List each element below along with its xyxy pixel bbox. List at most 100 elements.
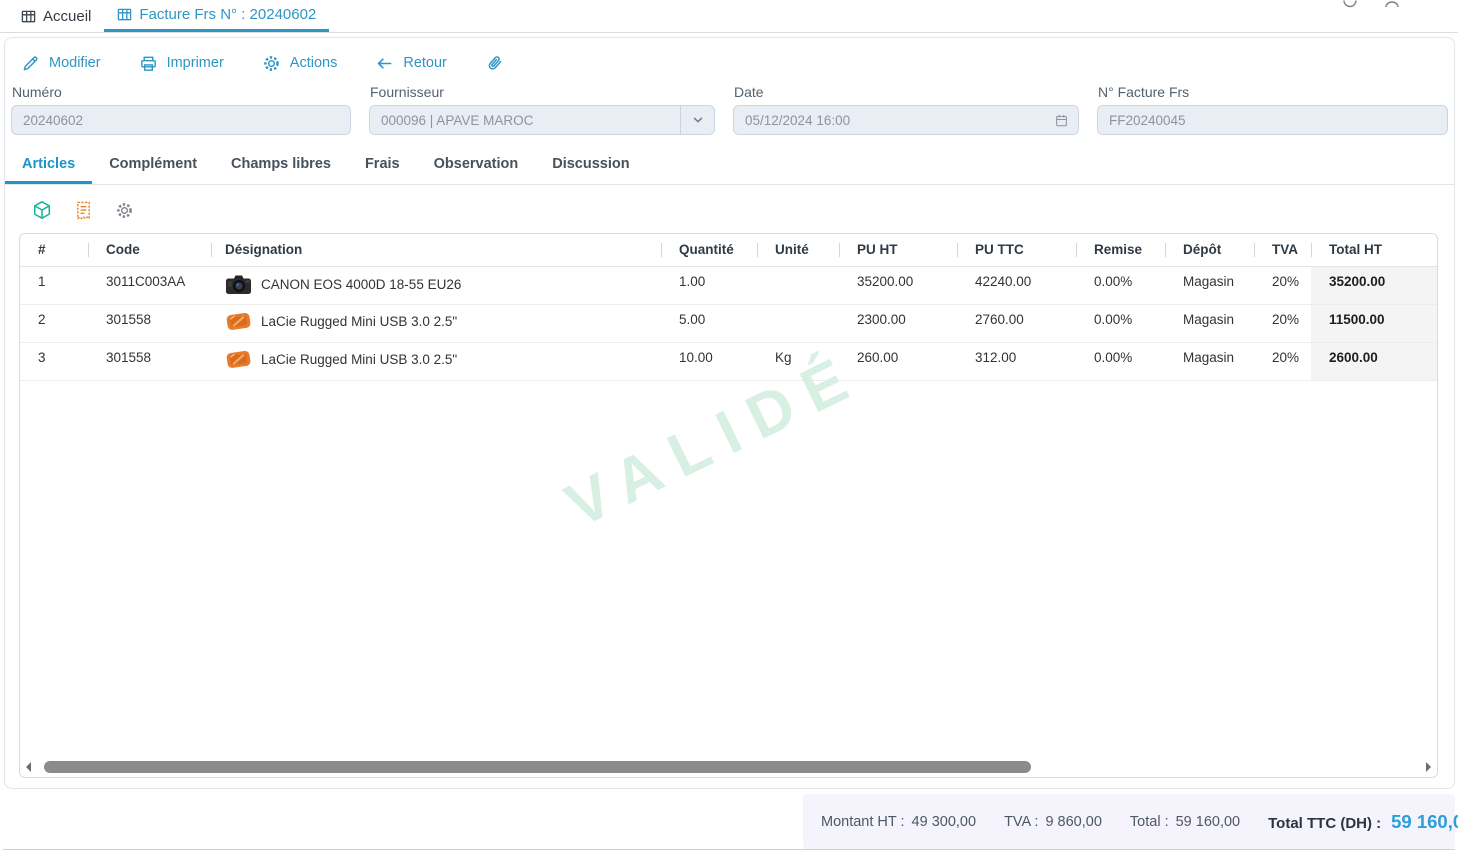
- numero-field-group: Numéro 20240602: [11, 82, 351, 135]
- articles-table-container: #CodeDésignationQuantitéUnitéPU HTPU TTC…: [19, 233, 1438, 778]
- column-header-pu-ttc[interactable]: PU TTC: [957, 234, 1076, 266]
- tab-label: Facture Frs N° : 20240602: [139, 6, 316, 23]
- column-header-remise[interactable]: Remise: [1076, 234, 1165, 266]
- table-row[interactable]: 3301558LaCie Rugged Mini USB 3.0 2.5"10.…: [20, 342, 1438, 380]
- drive-thumbnail: [225, 310, 252, 333]
- cell-designation: LaCie Rugged Mini USB 3.0 2.5": [211, 342, 661, 380]
- montant-ht-value: 49 300,00: [912, 814, 977, 830]
- cell-tva: 20%: [1254, 266, 1311, 304]
- cell-total_ht: 35200.00: [1311, 266, 1438, 304]
- cell-code: 3011C003AA: [88, 266, 211, 304]
- montant-ht-total: Montant HT : 49 300,00: [821, 814, 976, 830]
- numero-input[interactable]: 20240602: [11, 105, 351, 135]
- settings-gear-icon[interactable]: [115, 201, 134, 220]
- back-button[interactable]: Retour: [375, 54, 447, 73]
- pencil-icon: [21, 54, 40, 73]
- fournisseur-label: Fournisseur: [370, 84, 715, 100]
- tab-facture-frs[interactable]: Facture Frs N° : 20240602: [104, 0, 329, 32]
- cell-designation: LaCie Rugged Mini USB 3.0 2.5": [211, 304, 661, 342]
- table-row[interactable]: 13011C003AACANON EOS 4000D 18-55 EU261.0…: [20, 266, 1438, 304]
- scroll-left-arrow[interactable]: [26, 762, 31, 772]
- column-header-désignation[interactable]: Désignation: [211, 234, 661, 266]
- totals-panel: Montant HT : 49 300,00 TVA : 9 860,00 To…: [803, 794, 1455, 849]
- articles-table: #CodeDésignationQuantitéUnitéPU HTPU TTC…: [20, 234, 1438, 381]
- cell-qty: 5.00: [661, 304, 757, 342]
- calendar-icon[interactable]: [1054, 113, 1069, 128]
- cell-code: 301558: [88, 304, 211, 342]
- cell-pu_ttc: 42240.00: [957, 266, 1076, 304]
- cell-unit: [757, 266, 839, 304]
- cell-remise: 0.00%: [1076, 266, 1165, 304]
- attachments-button[interactable]: [485, 53, 505, 73]
- total-value: 59 160,00: [1176, 814, 1241, 830]
- action-toolbar: Modifier Imprimer Actions: [5, 38, 1454, 80]
- column-header-total-ht[interactable]: Total HT: [1311, 234, 1438, 266]
- tva-total: TVA : 9 860,00: [1004, 814, 1102, 830]
- camera-thumbnail: [225, 272, 252, 297]
- print-button[interactable]: Imprimer: [139, 54, 224, 73]
- tab-champs-libres[interactable]: Champs libres: [214, 144, 348, 184]
- scroll-right-arrow[interactable]: [1426, 762, 1431, 772]
- cell-total_ht: 11500.00: [1311, 304, 1438, 342]
- cell-pu_ht: 260.00: [839, 342, 957, 380]
- column-header-num[interactable]: #: [20, 234, 88, 266]
- cell-qty: 1.00: [661, 266, 757, 304]
- table-row[interactable]: 2301558LaCie Rugged Mini USB 3.0 2.5"5.0…: [20, 304, 1438, 342]
- fournisseur-field-group: Fournisseur 000096 | APAVE MAROC: [369, 82, 715, 135]
- clock-icon[interactable]: [1342, 0, 1358, 8]
- table-body: 13011C003AACANON EOS 4000D 18-55 EU261.0…: [20, 266, 1438, 380]
- tab-articles[interactable]: Articles: [5, 144, 92, 184]
- cell-tva: 20%: [1254, 342, 1311, 380]
- tab-observation[interactable]: Observation: [417, 144, 536, 184]
- column-header-tva[interactable]: TVA: [1254, 234, 1311, 266]
- column-header-dépôt[interactable]: Dépôt: [1165, 234, 1254, 266]
- column-header-code[interactable]: Code: [88, 234, 211, 266]
- cell-remise: 0.00%: [1076, 342, 1165, 380]
- window-tab-bar: Accueil Facture Frs N° : 20240602: [0, 0, 1458, 33]
- date-label: Date: [734, 84, 1079, 100]
- print-label: Imprimer: [167, 55, 224, 71]
- grid-icon: [21, 9, 36, 24]
- user-icon[interactable]: [1384, 0, 1400, 8]
- numero-label: Numéro: [12, 84, 351, 100]
- n-facture-frs-field-group: N° Facture Frs FF20240045: [1097, 82, 1448, 135]
- drive-thumbnail: [225, 348, 252, 371]
- cell-designation: CANON EOS 4000D 18-55 EU26: [211, 266, 661, 304]
- scrollbar-thumb[interactable]: [44, 761, 1031, 773]
- cell-qty: 10.00: [661, 342, 757, 380]
- chevron-down-icon[interactable]: [680, 106, 714, 134]
- printer-icon: [139, 54, 158, 73]
- totals-footer: Montant HT : 49 300,00 TVA : 9 860,00 To…: [3, 794, 1455, 850]
- grid-toolbar: [5, 185, 1454, 220]
- column-header-pu-ht[interactable]: PU HT: [839, 234, 957, 266]
- n-facture-frs-input[interactable]: FF20240045: [1097, 105, 1448, 135]
- grid-icon: [117, 7, 132, 22]
- arrow-left-icon: [375, 54, 394, 73]
- fournisseur-select[interactable]: 000096 | APAVE MAROC: [369, 105, 715, 135]
- cell-remise: 0.00%: [1076, 304, 1165, 342]
- invoice-card: Modifier Imprimer Actions: [4, 37, 1455, 789]
- receipt-icon[interactable]: [75, 201, 92, 220]
- date-field-group: Date 05/12/2024 16:00: [733, 82, 1079, 135]
- tab-complément[interactable]: Complément: [92, 144, 214, 184]
- tab-frais[interactable]: Frais: [348, 144, 417, 184]
- cell-num: 1: [20, 266, 88, 304]
- column-header-quantité[interactable]: Quantité: [661, 234, 757, 266]
- modify-button[interactable]: Modifier: [21, 54, 101, 73]
- date-input[interactable]: 05/12/2024 16:00: [733, 105, 1079, 135]
- cell-depot: Magasin: [1165, 266, 1254, 304]
- cell-depot: Magasin: [1165, 304, 1254, 342]
- tab-accueil[interactable]: Accueil: [8, 0, 104, 32]
- cell-tva: 20%: [1254, 304, 1311, 342]
- tab-discussion[interactable]: Discussion: [535, 144, 646, 184]
- package-cube-icon[interactable]: [32, 200, 52, 220]
- actions-button[interactable]: Actions: [262, 54, 338, 73]
- detail-tabs: ArticlesComplémentChamps libresFraisObse…: [5, 144, 1454, 185]
- cell-total_ht: 2600.00: [1311, 342, 1438, 380]
- cell-unit: Kg: [757, 342, 839, 380]
- gear-icon: [262, 54, 281, 73]
- total-ttc: Total TTC (DH) : 59 160,00: [1268, 811, 1458, 833]
- modify-label: Modifier: [49, 55, 101, 71]
- column-header-unité[interactable]: Unité: [757, 234, 839, 266]
- scrollbar-track[interactable]: [38, 761, 1419, 773]
